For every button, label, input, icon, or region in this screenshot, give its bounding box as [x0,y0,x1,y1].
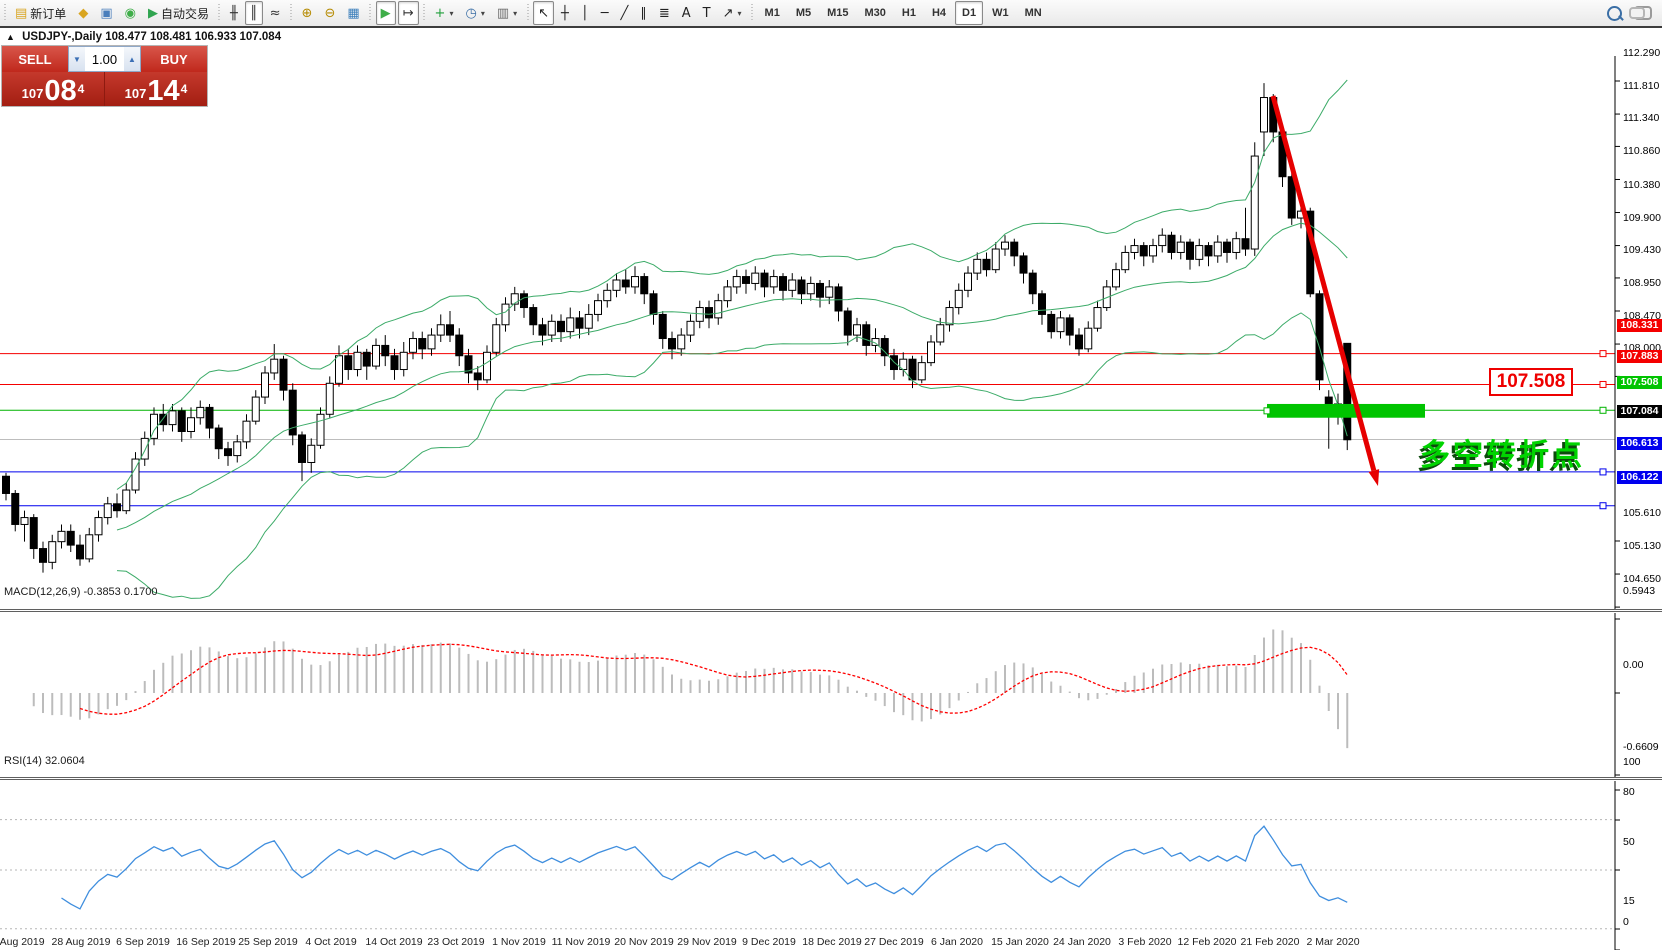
label-button[interactable]: T [698,1,716,25]
templates-icon: ▥ [497,7,509,20]
zoom-in-icon: ⊕ [302,7,313,20]
chat-icon[interactable] [1634,6,1652,20]
zoom-out-button[interactable]: ⊖ [319,1,340,25]
new-order-icon: ▤ [15,7,27,20]
crosshair-button[interactable]: ┼ [556,1,574,25]
timeframe-d1-button[interactable]: D1 [955,1,983,25]
channel-icon: ∥ [640,7,647,20]
pane-separator[interactable] [0,779,1662,780]
volume-input[interactable] [85,47,124,71]
toolbar-grip[interactable] [525,4,530,22]
periods-icon: ◷ [465,7,476,20]
buy-button[interactable]: BUY [141,46,207,72]
search-icon[interactable] [1607,6,1622,21]
history-center-icon[interactable]: ◆ [73,1,93,25]
toolbar-grip[interactable] [368,4,373,22]
indicators-button[interactable]: +▾ [430,1,459,25]
chevron-down-icon: ▾ [449,9,453,18]
label-icon: T [703,7,711,20]
indicators-icon: + [435,7,446,20]
channel-button[interactable]: ∥ [635,1,652,25]
tile-windows-icon: ▦ [347,7,359,20]
pane-separator[interactable] [0,611,1662,612]
buy-price-display[interactable]: 107144 [105,72,207,106]
timeframe-w1-button[interactable]: W1 [985,1,1016,25]
data-window-icon[interactable]: ▣ [95,1,117,25]
pane-separator[interactable] [0,609,1662,610]
chart-shift-button[interactable]: ↦ [398,1,419,25]
toolbar-grip[interactable] [217,4,222,22]
data-window-icon-icon: ▣ [100,7,112,20]
timeframe-h1-button[interactable]: H1 [895,1,923,25]
text-icon: A [682,7,691,20]
crosshair-icon: ┼ [561,7,569,20]
sell-button[interactable]: SELL [2,46,68,72]
bar-chart-button[interactable]: ╫ [225,1,243,25]
horizontal-line-icon: ─ [601,7,609,20]
navigator-icon[interactable]: ◉ [120,1,141,25]
arrows-icon: ↗ [723,7,734,20]
volume-decrease-button[interactable]: ▼ [69,47,85,71]
fibonacci-icon: ≣ [659,7,670,20]
tile-windows-button[interactable]: ▦ [342,1,364,25]
pane-separator[interactable] [0,777,1662,778]
cursor-icon: ↖ [538,7,549,20]
text-button[interactable]: A [677,1,696,25]
timeframe-m5-button[interactable]: M5 [789,1,818,25]
autotrading-button-label: 自动交易 [161,5,209,22]
chart-shift-icon: ↦ [403,7,414,20]
sell-price-display[interactable]: 107084 [2,72,104,106]
chart-window[interactable] [0,28,1662,950]
line-chart-button[interactable]: ≈ [265,1,286,25]
toolbar-grip[interactable] [289,4,294,22]
new-order-button[interactable]: ▤新订单 [10,1,71,25]
cursor-button[interactable]: ↖ [533,1,554,25]
macd-pane[interactable] [0,613,1662,777]
vertical-line-icon: │ [581,7,589,20]
main-toolbar: ▤新订单◆▣◉▶自动交易╫║≈⊕⊖▦▶↦+▾◷▾▥▾↖┼│─╱∥≣AT↗▾M1M… [0,0,1662,27]
zoom-out-icon: ⊖ [324,7,335,20]
autotrading-icon: ▶ [148,7,158,20]
one-click-trade-panel: SELL ▼ ▲ BUY 107084 107144 [2,46,207,106]
bar-chart-icon: ╫ [230,7,238,20]
zoom-in-button[interactable]: ⊕ [297,1,318,25]
rsi-pane[interactable] [0,781,1662,950]
toolbar-grip[interactable] [750,4,755,22]
fibonacci-button[interactable]: ≣ [654,1,675,25]
navigator-icon-icon: ◉ [125,7,136,20]
timeframe-m1-button[interactable]: M1 [758,1,787,25]
toolbar-grip[interactable] [2,4,7,22]
volume-control: ▼ ▲ [68,46,141,72]
volume-increase-button[interactable]: ▲ [124,47,140,71]
periods-button[interactable]: ◷▾ [460,1,489,25]
trade-panel-toggle[interactable]: ▲ [6,32,15,42]
toolbar-grip[interactable] [422,4,427,22]
timeframe-m15-button[interactable]: M15 [820,1,855,25]
timeframe-h4-button[interactable]: H4 [925,1,953,25]
timeframe-mn-button[interactable]: MN [1018,1,1049,25]
candlestick-icon: ║ [250,7,258,20]
history-center-icon-icon: ◆ [78,7,88,20]
chevron-down-icon: ▾ [481,9,485,18]
timeframe-m30-button[interactable]: M30 [858,1,893,25]
price-chart-pane[interactable] [0,56,1662,609]
trendline-icon: ╱ [621,7,629,20]
chevron-down-icon: ▾ [513,9,517,18]
arrows-button[interactable]: ↗▾ [718,1,747,25]
candlestick-button[interactable]: ║ [245,1,263,25]
autotrading-button[interactable]: ▶自动交易 [143,1,214,25]
templates-button[interactable]: ▥▾ [492,1,522,25]
horizontal-line-button[interactable]: ─ [596,1,614,25]
new-order-button-label: 新订单 [30,5,66,22]
vertical-line-button[interactable]: │ [576,1,594,25]
trendline-button[interactable]: ╱ [616,1,634,25]
auto-scroll-button[interactable]: ▶ [376,1,396,25]
auto-scroll-icon: ▶ [381,7,391,20]
chevron-down-icon: ▾ [738,9,742,18]
line-chart-icon: ≈ [270,7,281,20]
